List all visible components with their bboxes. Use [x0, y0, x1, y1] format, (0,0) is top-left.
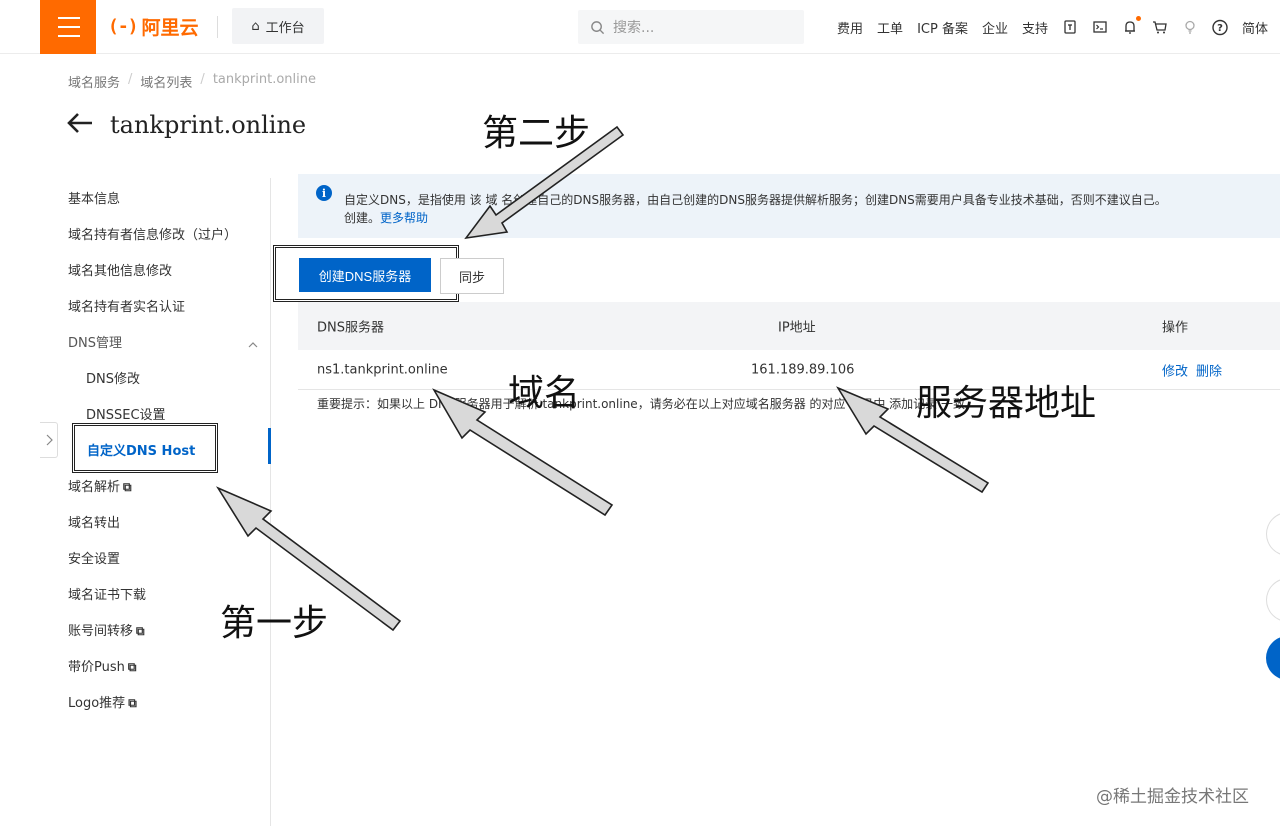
sidebar-item-security[interactable]: 安全设置 — [68, 548, 120, 567]
column-actions: 操作 — [1162, 320, 1189, 336]
nav-tickets[interactable]: 工单 — [877, 18, 903, 37]
sidebar-item-push[interactable]: 带价Push ⧉ — [68, 656, 136, 675]
help-icon[interactable]: ? — [1212, 19, 1228, 35]
breadcrumb-separator: / — [200, 72, 205, 87]
help-link[interactable]: 更多帮助 — [380, 211, 428, 225]
annotation-step1: 第一步 — [220, 603, 329, 644]
notification-dot — [1135, 16, 1141, 21]
title-row: tankprint.online — [66, 110, 306, 140]
sidebar-item-label: 带价Push — [68, 660, 125, 675]
notice-text-line2: 创建。更多帮助 — [344, 209, 428, 226]
external-link-icon: ⧉ — [128, 696, 137, 710]
important-tip: 重要提示：如果以上 DNS服务器用于解析 tankprint.online，请务… — [317, 397, 977, 411]
breadcrumb-domain-list[interactable]: 域名列表 — [140, 72, 192, 91]
external-link-icon: ⧉ — [127, 660, 137, 674]
sidebar-item-logo[interactable]: Logo推荐 ⧉ — [68, 692, 137, 711]
floating-help-button[interactable] — [1266, 636, 1280, 680]
nav-enterprise[interactable]: 企业 — [982, 18, 1008, 37]
page-title: tankprint.online — [110, 111, 307, 139]
bell-icon[interactable] — [1122, 16, 1141, 35]
sync-button[interactable]: 同步 — [440, 258, 504, 294]
back-arrow-icon[interactable] — [66, 110, 94, 140]
sidebar-item-real-name[interactable]: 域名持有者实名认证 — [68, 296, 185, 315]
sidebar-item-account-transfer[interactable]: 账号间转移 ⧉ — [68, 620, 145, 639]
sidebar-item-label: 账号间转移 — [68, 624, 134, 639]
table-row: ns1.tankprint.online 161.189.89.106 修改 删除 — [298, 350, 1280, 390]
column-ip-address: IP地址 — [778, 320, 816, 336]
cell-ip-address: 161.189.89.106 — [751, 362, 855, 377]
top-navigation-bar: (-) 阿里云 ⌂ 工作台 搜索... 费用 工单 ICP 备案 企业 支持 ?… — [0, 0, 1280, 54]
aliyun-logo[interactable]: (-) 阿里云 — [108, 12, 199, 40]
sidebar-item-label: Logo推荐 — [68, 696, 126, 711]
language-switch[interactable]: 简体 — [1242, 18, 1268, 37]
sidebar-item-basic-info[interactable]: 基本信息 — [68, 188, 120, 207]
info-notice: i 自定义DNS，是指使用 该 域 名创建自己的DNS服务器，由自己创建的DNS… — [298, 174, 1280, 238]
search-icon — [591, 20, 605, 34]
cell-dns-server: ns1.tankprint.online — [317, 362, 448, 377]
logo-text: 阿里云 — [141, 16, 199, 39]
floating-button[interactable] — [1266, 578, 1280, 622]
divider — [217, 16, 218, 38]
sidebar-item-dns-resolve[interactable]: 域名解析 ⧉ — [68, 476, 132, 495]
search-input[interactable]: 搜索... — [578, 10, 804, 44]
workbench-label: 工作台 — [265, 20, 305, 36]
sidebar-item-dns-modify[interactable]: DNS修改 — [86, 368, 140, 387]
nav-support[interactable]: 支持 — [1022, 18, 1048, 37]
annotation-domain: 域名 — [508, 373, 581, 414]
chevron-up-icon[interactable] — [248, 338, 258, 351]
modify-link[interactable]: 修改 — [1162, 364, 1188, 379]
sidebar-collapse-toggle[interactable] — [40, 422, 58, 458]
sidebar-item-owner-change[interactable]: 域名持有者信息修改（过户） — [68, 224, 237, 243]
nav-icp[interactable]: ICP 备案 — [917, 18, 968, 37]
notice-text-prefix: 创建。 — [344, 211, 381, 225]
sidebar-item-certificate[interactable]: 域名证书下载 — [68, 584, 146, 603]
nav-fees[interactable]: 费用 — [837, 18, 863, 37]
notice-text: 自定义DNS，是指使用 该 域 名创建自己的DNS服务器，由自己创建的DNS服务… — [344, 193, 1167, 207]
breadcrumb-separator: / — [128, 72, 133, 87]
annotation-step2: 第二步 — [482, 113, 591, 154]
app-icon[interactable] — [1062, 19, 1078, 35]
menu-button[interactable] — [40, 0, 96, 54]
table-header: DNS服务器 IP地址 操作 — [298, 302, 1280, 350]
breadcrumb: 域名服务 / 域名列表 / tankprint.online — [68, 72, 316, 91]
cart-icon[interactable] — [1152, 19, 1168, 35]
create-dns-server-button[interactable]: 创建DNS服务器 — [299, 258, 431, 292]
delete-link[interactable]: 删除 — [1196, 364, 1222, 379]
terminal-icon[interactable] — [1092, 19, 1108, 35]
sidebar: 基本信息 域名持有者信息修改（过户） 域名其他信息修改 域名持有者实名认证 DN… — [40, 178, 271, 826]
sidebar-item-custom-dns-host[interactable]: 自定义DNS Host — [87, 440, 195, 459]
logo-mark: (-) — [108, 15, 138, 37]
top-nav: 费用 工单 ICP 备案 企业 支持 ? 简体 — [837, 0, 1268, 54]
sidebar-item-label: 域名解析 — [68, 480, 121, 495]
workbench-button[interactable]: ⌂ 工作台 — [232, 8, 324, 44]
active-indicator — [268, 428, 271, 464]
external-link-icon: ⧉ — [123, 480, 132, 494]
cell-actions: 修改 删除 — [1162, 360, 1230, 379]
floating-button[interactable] — [1266, 512, 1280, 556]
watermark: @稀土掘金技术社区 — [1096, 787, 1249, 807]
sidebar-group-dns[interactable]: DNS管理 — [68, 332, 122, 351]
info-icon: i — [316, 185, 332, 201]
search-placeholder: 搜索... — [613, 20, 655, 36]
sidebar-item-other-info[interactable]: 域名其他信息修改 — [68, 260, 172, 279]
annotation-server-address: 服务器地址 — [916, 383, 1097, 424]
external-link-icon: ⧉ — [136, 624, 145, 638]
breadcrumb-domain-service[interactable]: 域名服务 — [68, 72, 120, 91]
home-icon: ⌂ — [251, 18, 260, 34]
svg-text:?: ? — [1217, 23, 1223, 34]
sidebar-item-dnssec[interactable]: DNSSEC设置 — [86, 404, 166, 423]
column-dns-server: DNS服务器 — [317, 320, 384, 336]
chevron-right-icon — [46, 434, 53, 446]
breadcrumb-current: tankprint.online — [212, 72, 316, 87]
lightbulb-icon[interactable] — [1182, 19, 1198, 35]
sidebar-item-transfer-out[interactable]: 域名转出 — [68, 512, 120, 531]
